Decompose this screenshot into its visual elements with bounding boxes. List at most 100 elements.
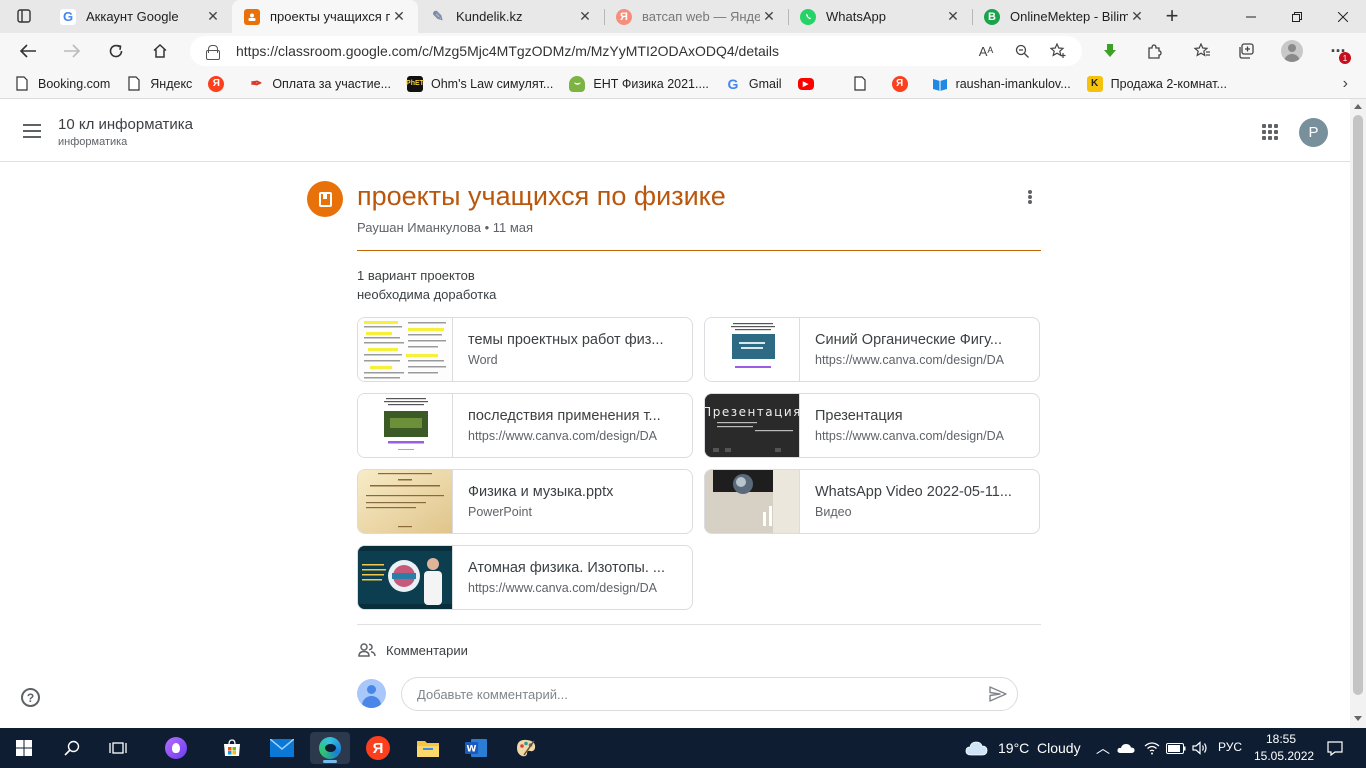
volume-icon[interactable] (1187, 732, 1213, 764)
back-button[interactable] (14, 37, 42, 65)
word-icon[interactable]: W (456, 732, 496, 764)
tab-classroom-assignment[interactable]: проекты учащихся по физике ✕ (232, 0, 418, 33)
alice-assistant-icon[interactable] (156, 732, 196, 764)
restore-button[interactable] (1274, 0, 1320, 33)
new-tab-button[interactable]: + (1158, 2, 1186, 30)
chevron-right-icon[interactable]: › (1343, 75, 1348, 93)
bookmark-yandex-2[interactable]: Я (208, 75, 232, 92)
tab-onlinemektep[interactable]: B OnlineMektep - BilimLand ✕ (972, 0, 1156, 33)
extensions-icon[interactable] (1140, 37, 1168, 65)
tab-kundelik[interactable]: ✎ Kundelik.kz ✕ (418, 0, 604, 33)
tab-whatsapp[interactable]: WhatsApp ✕ (788, 0, 972, 33)
windows-taskbar: Я W 19°C Cloudy ︿ РУС 18:55 15.05.2022 (0, 728, 1366, 768)
weather-condition[interactable]: Cloudy (1037, 740, 1081, 756)
notifications-icon[interactable] (1318, 732, 1352, 764)
comment-input[interactable] (401, 677, 1018, 711)
edge-browser-icon[interactable] (310, 732, 350, 764)
page-scrollbar[interactable] (1350, 99, 1366, 728)
page-icon (126, 76, 142, 92)
favorites-icon[interactable] (1188, 37, 1216, 65)
download-extension-icon[interactable] (1096, 37, 1124, 65)
lock-icon[interactable] (206, 44, 220, 60)
close-icon[interactable]: ✕ (1128, 8, 1146, 25)
bookmarks-bar: Booking.com Яндекс Я ✒ Оплата за участие… (0, 69, 1366, 99)
bookmark-payment[interactable]: ✒ Оплата за участие... (248, 75, 391, 92)
bookmark-raushan[interactable]: raushan-imankulov... (932, 76, 1071, 92)
bookmark-krisha[interactable]: K Продажа 2-комнат... (1086, 75, 1227, 92)
zoom-icon[interactable] (1008, 37, 1036, 65)
url-text[interactable]: https://classroom.google.com/c/Mzg5Mjc4M… (236, 43, 1082, 59)
send-icon[interactable] (989, 686, 1007, 702)
krisha-icon: K (1086, 75, 1103, 92)
bookmark-youtube[interactable]: ▶ (797, 77, 822, 90)
bookmark-ohms-law[interactable]: PhET Ohm's Law симулят... (406, 75, 553, 92)
attachment-title: Физика и музыка.pptx (468, 484, 614, 500)
collections-icon[interactable] (1232, 37, 1260, 65)
home-button[interactable] (146, 37, 174, 65)
settings-menu-icon[interactable]: ··· 1 (1324, 37, 1352, 65)
bookmark-label: Продажа 2-комнат... (1110, 76, 1227, 91)
attachment-card[interactable]: последствия применения т... https://www.… (357, 393, 693, 458)
phet-icon: PhET (406, 75, 424, 92)
read-aloud-icon[interactable]: Aᴬ (972, 37, 1000, 65)
minimize-button[interactable] (1228, 0, 1274, 33)
bookmark-gmail[interactable]: G Gmail (725, 76, 781, 92)
windows-start-icon[interactable] (4, 732, 44, 764)
bookmark-yandex[interactable]: Яндекс (126, 76, 192, 92)
weather-icon[interactable] (962, 732, 992, 764)
attachment-card[interactable]: Презентация Презентация https://www.canv… (704, 393, 1040, 458)
bookmark-yandex-3[interactable]: Я (891, 75, 916, 92)
course-title[interactable]: 10 кл информатика (58, 116, 193, 133)
microsoft-store-icon[interactable] (212, 732, 252, 764)
weather-temperature[interactable]: 19°C (998, 740, 1029, 756)
attachment-card[interactable]: Атомная физика. Изотопы. ... https://www… (357, 545, 693, 610)
scroll-thumb[interactable] (1353, 115, 1363, 695)
paint-icon[interactable] (506, 732, 546, 764)
google-apps-icon[interactable] (1262, 124, 1278, 140)
attachment-subtitle: PowerPoint (468, 505, 532, 519)
yandex-icon: Я (891, 75, 908, 92)
wifi-icon[interactable] (1139, 732, 1165, 764)
bookmark-page[interactable] (852, 76, 876, 92)
profile-icon[interactable] (1278, 37, 1306, 65)
yandex-browser-icon[interactable]: Я (358, 732, 398, 764)
clock-time[interactable]: 18:55 (1266, 732, 1296, 746)
add-favorite-icon[interactable] (1044, 37, 1072, 65)
bookmark-ent-physics[interactable]: ⌣ ЕНТ Физика 2021.... (569, 75, 709, 92)
url-bar[interactable]: https://classroom.google.com/c/Mzg5Mjc4M… (190, 36, 1082, 66)
close-icon[interactable]: ✕ (576, 8, 594, 25)
close-icon[interactable]: ✕ (944, 8, 962, 25)
classroom-header: 10 кл информатика информатика P (0, 99, 1350, 162)
svg-text:W: W (467, 745, 477, 755)
close-icon[interactable]: ✕ (204, 8, 222, 25)
account-avatar[interactable]: P (1299, 118, 1328, 147)
scroll-down-icon[interactable] (1354, 716, 1362, 721)
attachment-card[interactable]: Синий Органические Фигу... https://www.c… (704, 317, 1040, 382)
tab-google-account[interactable]: G Аккаунт Google ✕ (48, 0, 232, 33)
scroll-up-icon[interactable] (1354, 104, 1362, 109)
attachment-card[interactable]: темы проектных работ физ... Word (357, 317, 693, 382)
bookmark-booking[interactable]: Booking.com (14, 76, 110, 92)
mail-icon[interactable] (262, 732, 302, 764)
onedrive-icon[interactable] (1113, 732, 1139, 764)
search-icon[interactable] (52, 732, 92, 764)
help-icon[interactable]: ? (21, 688, 40, 707)
clock-date[interactable]: 15.05.2022 (1254, 749, 1314, 763)
close-icon[interactable]: ✕ (390, 8, 408, 25)
tab-yandex-search[interactable]: Я ватсап web — Яндекс ✕ (604, 0, 788, 33)
chevron-up-icon[interactable]: ︿ (1096, 738, 1110, 758)
close-icon[interactable]: ✕ (760, 8, 778, 25)
file-explorer-icon[interactable] (408, 732, 448, 764)
attachment-card[interactable]: WhatsApp Video 2022-05-11... Видео (704, 469, 1040, 534)
input-language[interactable]: РУС (1218, 740, 1242, 754)
forward-button[interactable] (58, 37, 86, 65)
tab-actions-icon[interactable] (10, 2, 38, 30)
main-menu-icon[interactable] (23, 124, 41, 138)
close-window-button[interactable] (1320, 0, 1366, 33)
reload-button[interactable] (102, 37, 130, 65)
battery-icon[interactable] (1163, 732, 1189, 764)
more-options-icon[interactable] (1020, 186, 1040, 208)
onlinemektep-icon: B (984, 8, 1000, 25)
task-view-icon[interactable] (98, 732, 138, 764)
attachment-card[interactable]: Физика и музыка.pptx PowerPoint (357, 469, 693, 534)
